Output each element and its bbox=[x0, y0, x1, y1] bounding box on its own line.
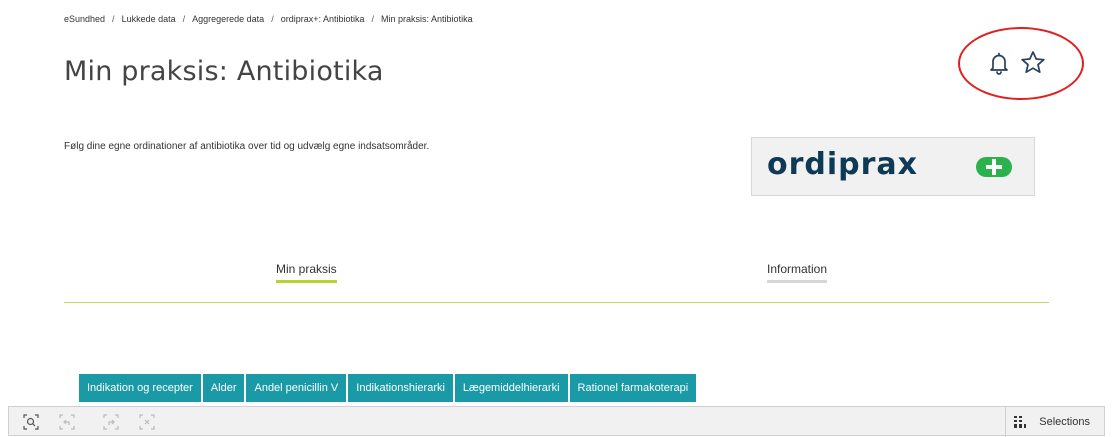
breadcrumb-current: Min praksis: Antibiotika bbox=[381, 14, 473, 24]
sub-tab-bar: Indikation og recepter Alder Andel penic… bbox=[79, 374, 697, 402]
subtab-alder[interactable]: Alder bbox=[202, 374, 245, 402]
subtab-indikation-og-recepter[interactable]: Indikation og recepter bbox=[79, 374, 201, 402]
subtab-andel-penicillin-v[interactable]: Andel penicillin V bbox=[246, 374, 347, 402]
plus-icon bbox=[976, 157, 1012, 177]
clear-selections-icon[interactable] bbox=[139, 414, 155, 430]
breadcrumb-separator: / bbox=[182, 14, 186, 24]
page-actions bbox=[958, 27, 1084, 100]
step-back-icon[interactable] bbox=[59, 414, 75, 430]
selections-button[interactable]: Selections bbox=[1013, 407, 1090, 437]
breadcrumb-separator: / bbox=[271, 14, 274, 24]
subtab-rationel-farmakoterapi[interactable]: Rationel farmakoterapi bbox=[569, 374, 697, 402]
selections-grid-icon bbox=[1014, 416, 1027, 428]
selections-toolbar: Selections bbox=[8, 406, 1105, 437]
tab-divider bbox=[64, 302, 1049, 303]
breadcrumb-separator: / bbox=[112, 14, 115, 24]
page-description: Følg dine egne ordinationer af antibioti… bbox=[64, 141, 430, 152]
page-title: Min praksis: Antibiotika bbox=[64, 56, 384, 87]
breadcrumb-link-lukkede-data[interactable]: Lukkede data bbox=[122, 14, 176, 24]
logo-text: ordiprax bbox=[767, 147, 919, 182]
breadcrumb-link-aggregerede-data[interactable]: Aggregerede data bbox=[192, 14, 264, 24]
bell-icon[interactable] bbox=[985, 49, 1013, 77]
toolbar-divider bbox=[1005, 407, 1006, 437]
breadcrumb-separator: / bbox=[371, 14, 375, 24]
breadcrumb: eSundhed / Lukkede data / Aggregerede data / o… bbox=[64, 14, 473, 24]
star-icon[interactable] bbox=[1018, 48, 1048, 78]
smart-search-icon[interactable] bbox=[23, 414, 39, 430]
breadcrumb-link-esundhed[interactable]: eSundhed bbox=[64, 14, 105, 24]
subtab-laegemiddelhierarki[interactable]: Lægemiddelhierarki bbox=[454, 374, 568, 402]
step-forward-icon[interactable] bbox=[103, 414, 119, 430]
tab-min-praksis[interactable]: Min praksis bbox=[276, 262, 337, 283]
subtab-indikationshierarki[interactable]: Indikationshierarki bbox=[348, 374, 453, 402]
breadcrumb-link-ordiprax-antibiotika[interactable]: ordiprax+: Antibiotika bbox=[281, 14, 365, 24]
ordiprax-logo: ordiprax bbox=[751, 137, 1035, 196]
tab-information[interactable]: Information bbox=[767, 262, 828, 283]
selections-label: Selections bbox=[1039, 416, 1090, 428]
